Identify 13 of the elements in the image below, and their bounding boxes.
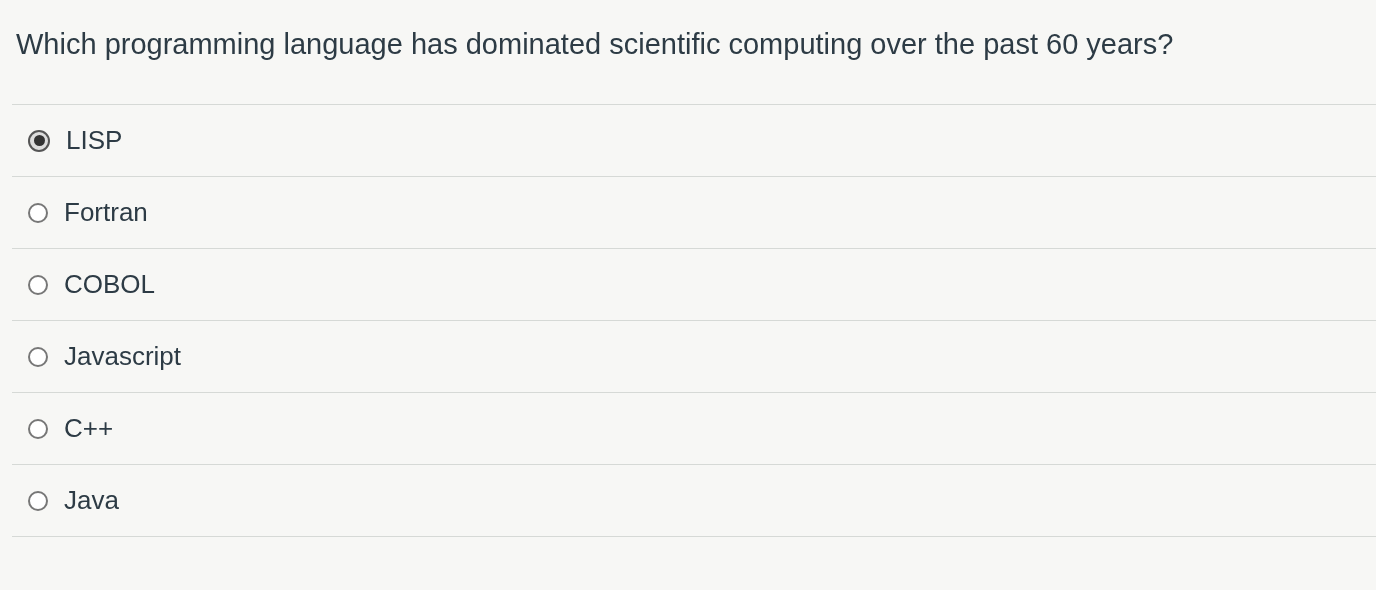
radio-button[interactable] bbox=[28, 129, 50, 152]
radio-button[interactable] bbox=[28, 274, 48, 295]
option-label: Java bbox=[64, 484, 119, 517]
radio-button[interactable] bbox=[28, 346, 48, 367]
option-label: LISP bbox=[66, 124, 123, 157]
option-label: C++ bbox=[64, 412, 114, 445]
option-label: COBOL bbox=[64, 268, 156, 301]
question-text: Which programming language has dominated scientific computing over the past 60 years? bbox=[15, 27, 1175, 62]
option-label: Fortran bbox=[64, 196, 148, 229]
radio-button[interactable] bbox=[28, 202, 48, 223]
option-label: Javascript bbox=[64, 340, 182, 373]
radio-button[interactable] bbox=[28, 418, 48, 439]
radio-button[interactable] bbox=[28, 490, 48, 511]
